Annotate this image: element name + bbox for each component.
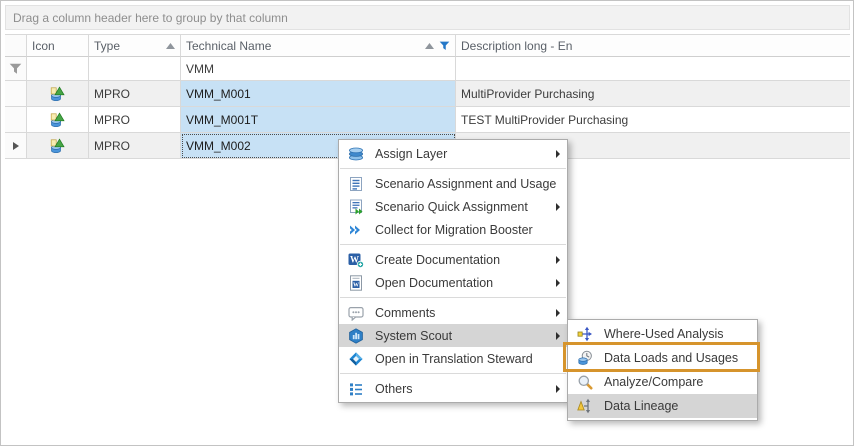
menu-item-scenario-quick-assignment[interactable]: Scenario Quick Assignment: [339, 195, 567, 218]
collect-migration-booster-icon: [347, 222, 364, 238]
system-scout-icon: [347, 328, 364, 344]
svg-text:W: W: [353, 282, 359, 288]
submenu-arrow-icon: [556, 279, 560, 287]
object-icon-cell[interactable]: [27, 107, 89, 133]
submenu-arrow-icon: [556, 203, 560, 211]
context-menu: Assign Layer Scenario Assignment and Usa…: [338, 139, 568, 403]
scenario-assignment-icon: [347, 176, 364, 192]
sort-ascending-icon: [425, 43, 434, 49]
menu-item-system-scout[interactable]: System Scout: [339, 324, 567, 347]
menu-item-assign-layer[interactable]: Assign Layer: [339, 142, 567, 165]
grid-window: Drag a column header here to group by th…: [0, 0, 854, 446]
technical-name-cell[interactable]: VMM_M001: [181, 81, 456, 107]
type-cell[interactable]: MPRO: [89, 133, 181, 159]
submenu-item-data-loads-and-usages[interactable]: Data Loads and Usages: [568, 346, 757, 370]
menu-item-open-translation-steward[interactable]: Open in Translation Steward: [339, 347, 567, 370]
data-loads-and-usages-icon: [576, 350, 593, 366]
header-indicator-cell: [5, 34, 27, 57]
scenario-quick-assignment-icon: [347, 199, 364, 215]
sort-ascending-icon: [166, 43, 175, 49]
filter-active-icon[interactable]: [439, 41, 450, 51]
current-row-arrow-icon: [13, 142, 19, 150]
type-cell[interactable]: MPRO: [89, 107, 181, 133]
menu-separator: [340, 168, 566, 169]
description-cell[interactable]: TEST MultiProvider Purchasing: [456, 107, 850, 133]
object-icon-cell[interactable]: [27, 133, 89, 159]
group-by-panel[interactable]: Drag a column header here to group by th…: [5, 5, 850, 30]
where-used-analysis-icon: [576, 326, 593, 342]
submenu-arrow-icon: [556, 385, 560, 393]
submenu-arrow-icon: [556, 256, 560, 264]
menu-separator: [340, 297, 566, 298]
submenu-arrow-icon: [556, 150, 560, 158]
submenu-item-where-used-analysis[interactable]: Where-Used Analysis: [568, 322, 757, 346]
filter-cell-description[interactable]: [456, 57, 850, 81]
group-by-hint-text: Drag a column header here to group by th…: [6, 11, 288, 25]
menu-separator: [340, 373, 566, 374]
filter-row-indicator-cell: [5, 57, 27, 81]
filter-value: VMM: [186, 62, 214, 76]
filter-cell-type[interactable]: [89, 57, 181, 81]
submenu-arrow-icon: [556, 332, 560, 340]
column-header-icon[interactable]: Icon: [27, 34, 89, 57]
column-header-icon-label: Icon: [32, 39, 55, 53]
column-header-description[interactable]: Description long - En: [456, 34, 850, 57]
column-header-technical-name[interactable]: Technical Name: [181, 34, 456, 57]
object-icon-cell[interactable]: [27, 81, 89, 107]
submenu-item-data-lineage[interactable]: Data Lineage: [568, 394, 757, 418]
menu-item-others[interactable]: Others: [339, 377, 567, 400]
system-scout-submenu: Where-Used Analysis Data Loads and Usage…: [567, 319, 758, 421]
filter-cell-technical-name[interactable]: VMM: [181, 57, 456, 81]
description-cell[interactable]: MultiProvider Purchasing: [456, 81, 850, 107]
translation-steward-diamond-icon: [347, 351, 364, 367]
create-documentation-word-icon: W: [347, 252, 364, 268]
column-header-type-label: Type: [94, 39, 120, 53]
submenu-item-analyze-compare[interactable]: Analyze/Compare: [568, 370, 757, 394]
menu-item-scenario-assignment[interactable]: Scenario Assignment and Usage: [339, 172, 567, 195]
submenu-arrow-icon: [556, 309, 560, 317]
column-header-type[interactable]: Type: [89, 34, 181, 57]
data-lineage-icon: [576, 398, 593, 414]
menu-separator: [340, 244, 566, 245]
open-documentation-word-icon: W: [347, 275, 364, 291]
menu-item-open-documentation[interactable]: W Open Documentation: [339, 271, 567, 294]
assign-layer-icon: [347, 146, 364, 162]
multiprovider-icon: [49, 86, 66, 102]
filter-row-funnel-icon: [9, 63, 22, 75]
comments-bubble-icon: [347, 305, 364, 321]
multiprovider-icon: [49, 138, 66, 154]
table-row[interactable]: MPRO VMM_M001T TEST MultiProvider Purcha…: [5, 107, 850, 133]
row-indicator-cell: [5, 133, 27, 159]
technical-name-cell[interactable]: VMM_M001T: [181, 107, 456, 133]
table-row[interactable]: MPRO VMM_M001 MultiProvider Purchasing: [5, 81, 850, 107]
row-indicator-cell: [5, 81, 27, 107]
row-indicator-cell: [5, 107, 27, 133]
column-header-description-label: Description long - En: [461, 39, 572, 53]
multiprovider-icon: [49, 112, 66, 128]
filter-row: VMM: [5, 57, 850, 81]
menu-item-collect-migration-booster[interactable]: Collect for Migration Booster: [339, 218, 567, 241]
grid-header-row: Icon Type Technical Name Description lon…: [5, 34, 850, 57]
menu-item-comments[interactable]: Comments: [339, 301, 567, 324]
menu-item-create-documentation[interactable]: W Create Documentation: [339, 248, 567, 271]
others-list-icon: [347, 381, 364, 397]
column-header-technical-name-label: Technical Name: [186, 39, 271, 53]
filter-cell-icon[interactable]: [27, 57, 89, 81]
type-cell[interactable]: MPRO: [89, 81, 181, 107]
analyze-compare-magnifier-icon: [576, 374, 593, 390]
